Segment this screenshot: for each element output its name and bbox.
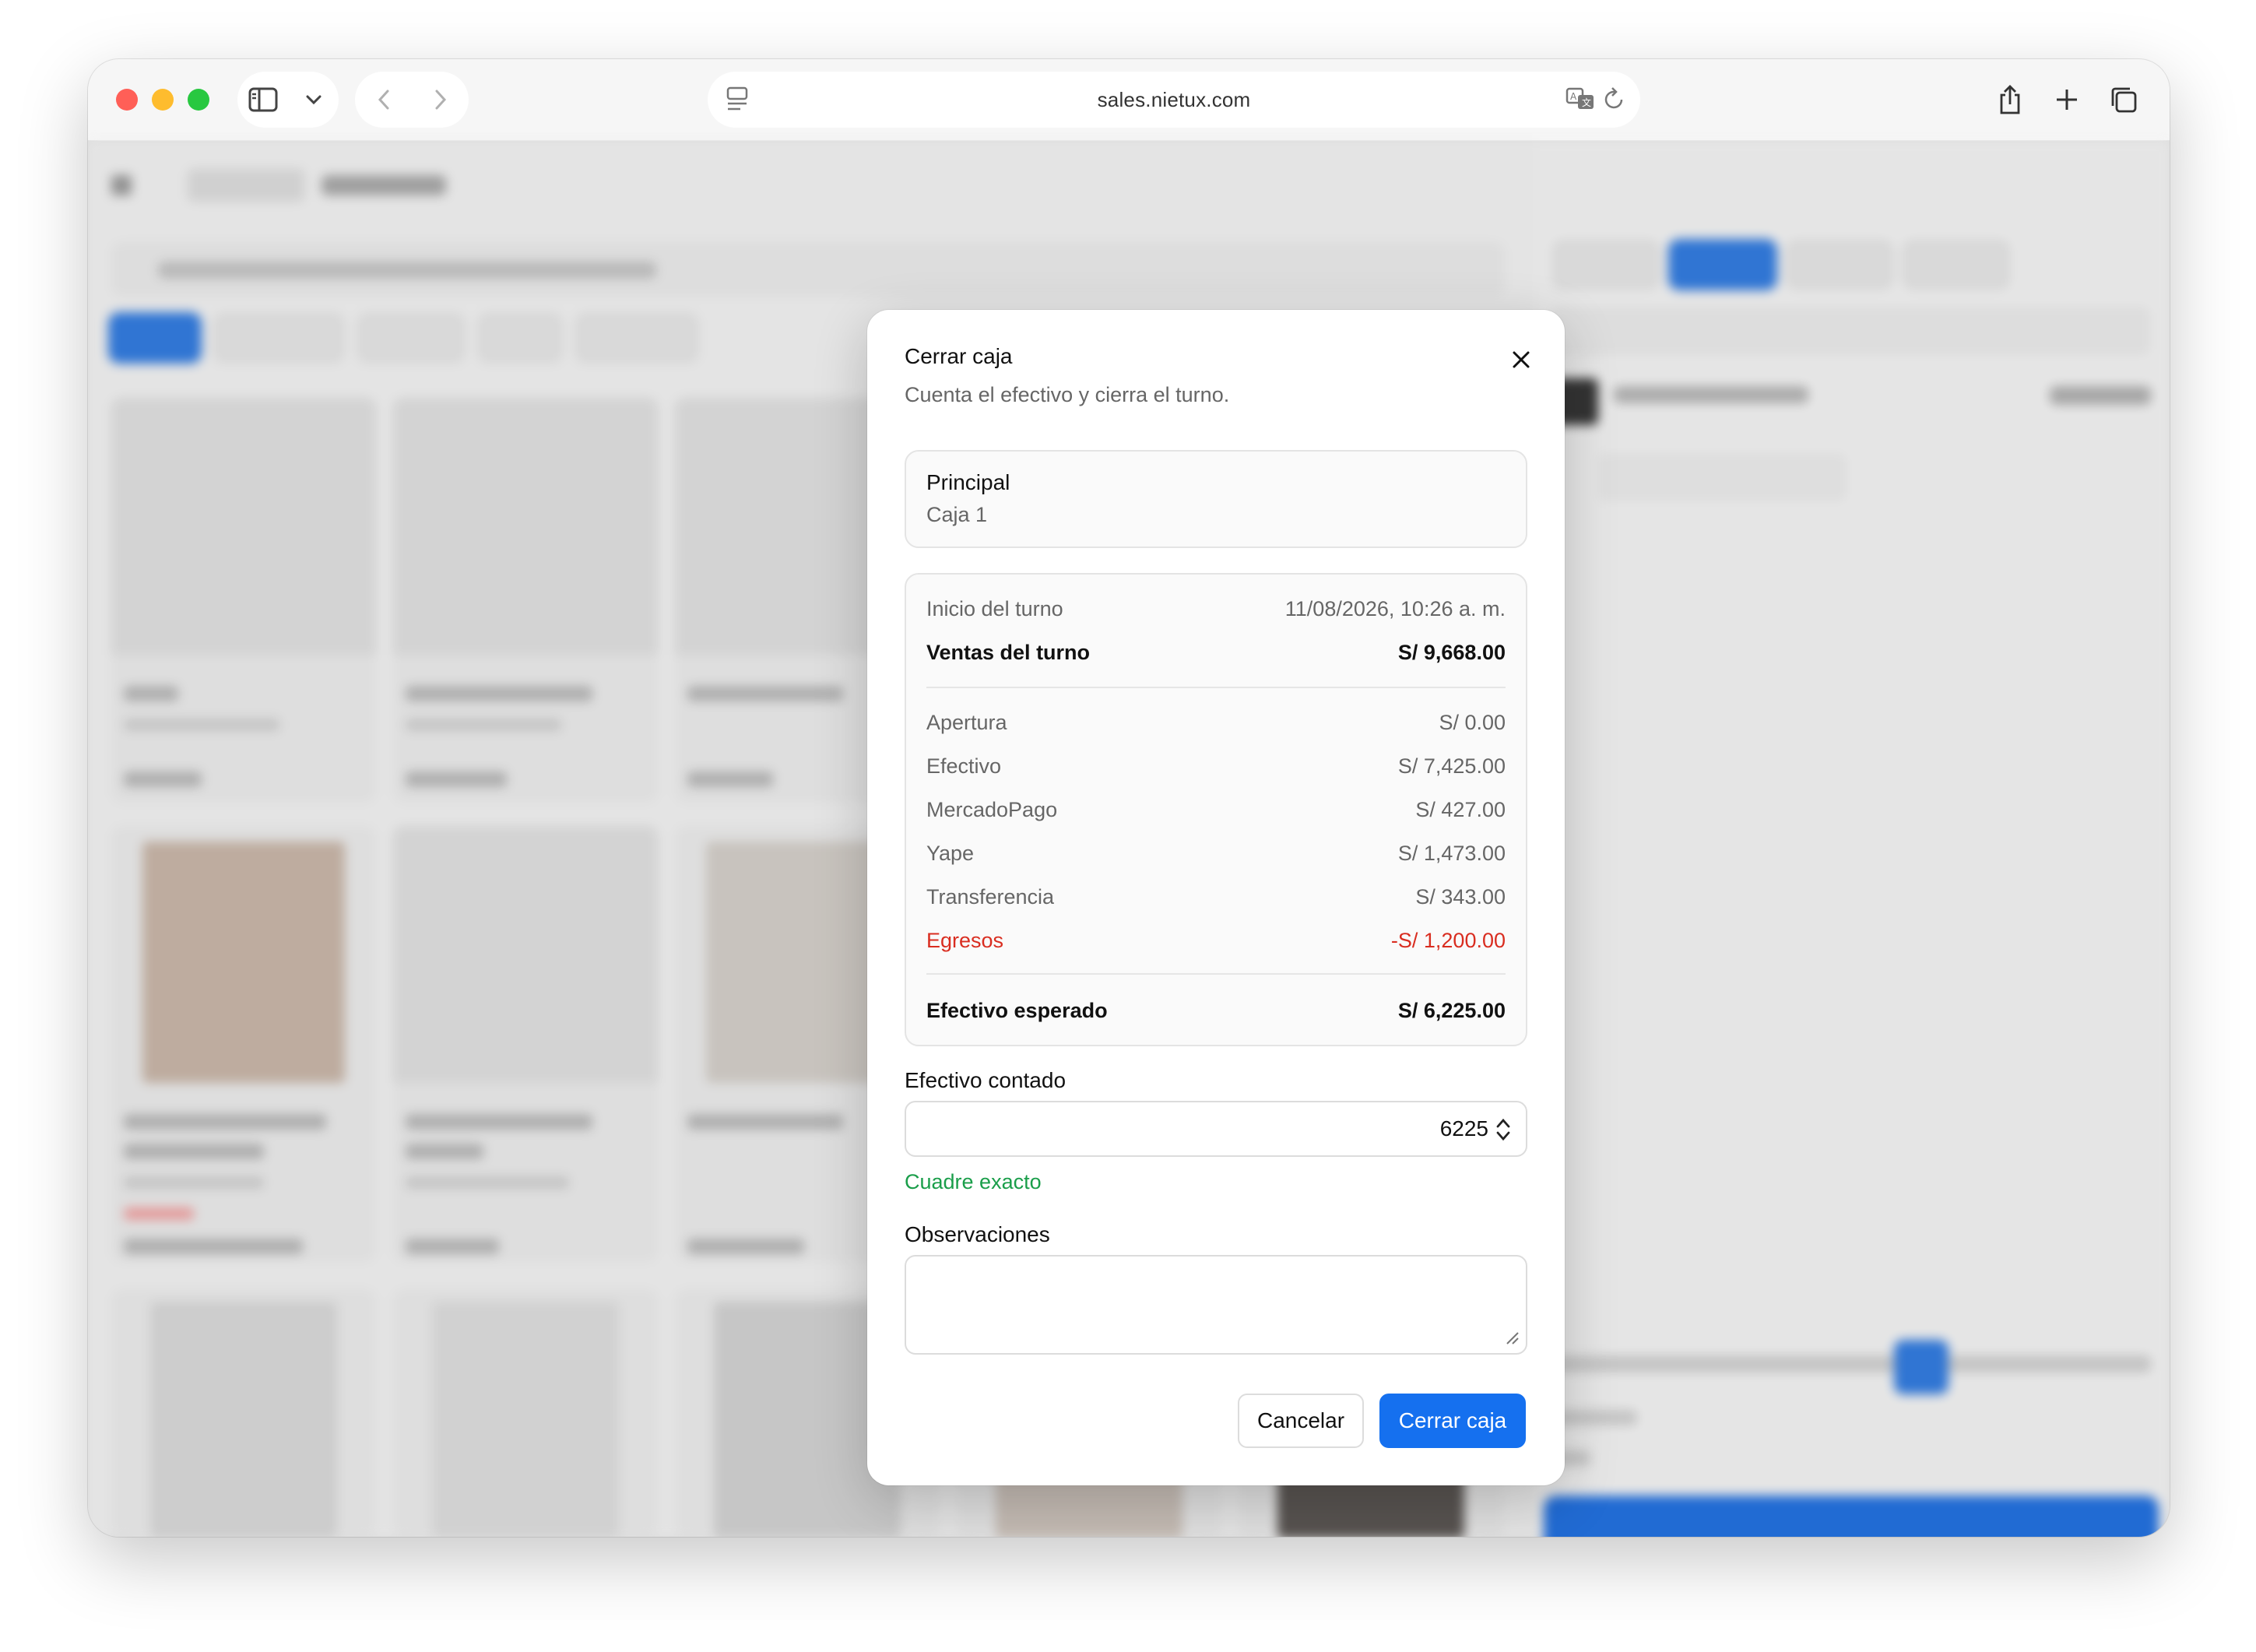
browser-window: sales.nietux.com A文 Cerrar caja Cuenta e… [88,59,2170,1537]
register-box: Caja 1 [926,503,988,526]
number-stepper-icon[interactable] [1492,1116,1515,1143]
shift-sales-value: S/ 9,668.00 [1397,640,1506,664]
expected-cash-label: Efectivo esperado [926,998,1108,1022]
summary-row-expenses: Egresos -S/ 1,200.00 [926,925,1506,956]
dialog-title: Cerrar caja [905,344,1013,368]
expenses-value: -S/ 1,200.00 [1390,928,1506,952]
address-bar[interactable]: sales.nietux.com A文 [708,72,1640,128]
shift-start-row: Inicio del turno 11/08/2026, 10:26 a. m. [926,593,1506,624]
summary-label: Apertura [926,710,1007,734]
register-info-card: Principal Caja 1 [905,450,1527,548]
summary-row-cash: Efectivo S/ 7,425.00 [926,750,1506,782]
forward-icon[interactable] [422,81,459,118]
summary-value: S/ 343.00 [1415,884,1506,909]
translate-icon[interactable]: A文 [1565,86,1595,116]
expenses-label: Egresos [926,928,1004,952]
zoom-window-button[interactable] [188,89,209,111]
tab-overview-icon[interactable] [2105,81,2142,118]
sidebar-icon[interactable] [244,81,282,118]
shift-start-value: 11/08/2026, 10:26 a. m. [1284,596,1506,620]
summary-value: S/ 427.00 [1415,797,1506,821]
navigation-group [355,72,469,128]
expected-cash-value: S/ 6,225.00 [1397,998,1506,1022]
shift-start-label: Inicio del turno [926,596,1063,620]
balance-status: Cuadre exacto [905,1170,1042,1193]
close-register-dialog: Cerrar caja Cuenta el efectivo y cierra … [867,310,1565,1485]
summary-label: Yape [926,841,975,865]
notes-label: Observaciones [905,1222,1050,1246]
new-tab-icon[interactable] [2048,81,2086,118]
summary-label: Efectivo [926,754,1002,778]
cancel-button[interactable]: Cancelar [1238,1394,1364,1448]
reader-icon[interactable] [725,86,750,116]
toolbar-actions [1981,72,2152,128]
expected-cash-row: Efectivo esperado S/ 6,225.00 [926,995,1506,1026]
summary-value: S/ 1,473.00 [1397,841,1506,865]
minimize-window-button[interactable] [152,89,174,111]
counted-cash-label: Efectivo contado [905,1068,1067,1092]
summary-value: S/ 0.00 [1439,710,1506,734]
close-register-button[interactable]: Cerrar caja [1379,1394,1526,1448]
shift-summary-card: Inicio del turno 11/08/2026, 10:26 a. m.… [905,573,1527,1046]
back-icon[interactable] [365,81,402,118]
url-text: sales.nietux.com [1097,87,1251,111]
counted-cash-input[interactable] [905,1101,1527,1157]
close-icon [1513,351,1530,368]
notes-textarea[interactable] [905,1255,1527,1355]
shift-sales-row: Ventas del turno S/ 9,668.00 [926,637,1506,668]
divider [926,687,1506,688]
shift-sales-label: Ventas del turno [926,640,1091,664]
summary-label: Transferencia [926,884,1055,909]
summary-row-transfer: Transferencia S/ 343.00 [926,881,1506,912]
chevron-down-icon[interactable] [295,81,332,118]
dialog-subtitle: Cuenta el efectivo y cierra el turno. [905,383,1230,406]
summary-value: S/ 7,425.00 [1397,754,1506,778]
reload-icon[interactable] [1603,86,1626,116]
sidebar-toggle-group [237,72,339,128]
close-window-button[interactable] [116,89,138,111]
svg-text:文: 文 [1582,97,1591,108]
register-name: Principal [926,470,1010,494]
resize-handle-icon[interactable] [1504,1330,1520,1349]
divider [926,973,1506,975]
summary-row-yape: Yape S/ 1,473.00 [926,838,1506,869]
summary-row-opening: Apertura S/ 0.00 [926,707,1506,738]
svg-text:A: A [1570,91,1577,102]
close-dialog-button[interactable] [1506,344,1537,375]
browser-toolbar: sales.nietux.com A文 [88,59,2170,141]
summary-row-mercadopago: MercadoPago S/ 427.00 [926,794,1506,825]
share-icon[interactable] [1991,81,2029,118]
summary-label: MercadoPago [926,797,1058,821]
